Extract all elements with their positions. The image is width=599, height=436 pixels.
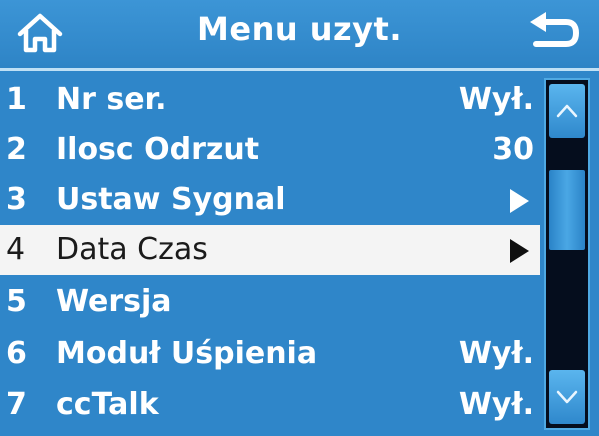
menu-item-number: 5 <box>6 284 27 319</box>
menu-item-number: 1 <box>6 82 27 117</box>
back-arrow-icon[interactable] <box>522 10 582 56</box>
scrollbar[interactable] <box>544 78 590 430</box>
menu-item-data-czas[interactable]: 4 Data Czas <box>0 225 540 275</box>
menu-item-value: 30 <box>492 132 534 167</box>
menu-item-wersja[interactable]: 5 Wersja <box>0 277 540 327</box>
menu-item-modul-uspienia[interactable]: 6 Moduł Uśpienia Wył. <box>0 329 540 379</box>
header-bar: Menu uzyt. <box>0 0 599 68</box>
menu-item-value: Wył. <box>458 336 534 371</box>
chevron-up-icon <box>556 104 578 118</box>
menu-item-cctalk[interactable]: 7 ccTalk Wył. <box>0 380 540 430</box>
scroll-up-button[interactable] <box>549 84 585 138</box>
menu-item-label: Ustaw Sygnal <box>56 182 286 217</box>
submenu-arrow-icon <box>508 187 530 213</box>
menu-item-number: 7 <box>6 387 27 422</box>
menu-item-number: 2 <box>6 132 27 167</box>
menu-item-value: Wył. <box>458 82 534 117</box>
menu-item-number: 6 <box>6 336 27 371</box>
menu-item-number: 4 <box>6 232 26 267</box>
menu-item-ilosc-odrzut[interactable]: 2 Ilosc Odrzut 30 <box>0 125 540 175</box>
scroll-down-button[interactable] <box>549 370 585 424</box>
chevron-down-icon <box>556 390 578 404</box>
menu-item-label: Ilosc Odrzut <box>56 132 260 167</box>
menu-item-nr-ser[interactable]: 1 Nr ser. Wył. <box>0 75 540 125</box>
submenu-arrow-icon <box>508 237 530 263</box>
device-screen: Menu uzyt. 1 Nr ser. Wył. 2 Ilosc Odrzut… <box>0 0 599 436</box>
page-title: Menu uzyt. <box>197 10 402 48</box>
menu-item-label: Nr ser. <box>56 82 167 117</box>
menu-item-number: 3 <box>6 182 27 217</box>
menu-list: 1 Nr ser. Wył. 2 Ilosc Odrzut 30 3 Ustaw… <box>0 71 540 436</box>
menu-item-label: Wersja <box>56 284 172 319</box>
menu-item-label: Data Czas <box>56 232 208 267</box>
menu-item-value: Wył. <box>458 387 534 422</box>
menu-item-label: Moduł Uśpienia <box>56 336 318 371</box>
scroll-thumb[interactable] <box>549 170 585 250</box>
menu-item-label: ccTalk <box>56 387 159 422</box>
menu-item-ustaw-sygnal[interactable]: 3 Ustaw Sygnal <box>0 175 540 225</box>
